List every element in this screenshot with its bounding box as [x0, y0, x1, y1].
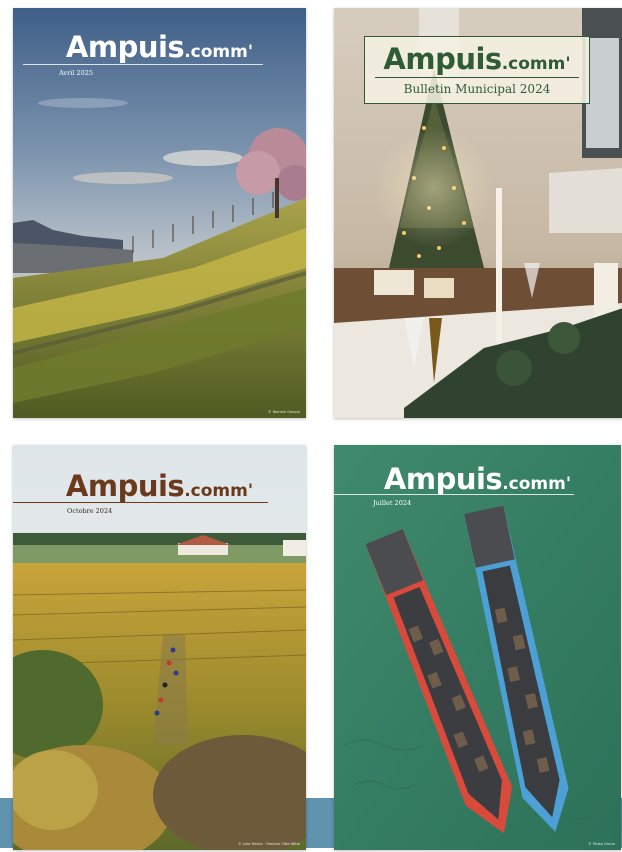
autumn-vineyard-photo: [13, 445, 306, 850]
cover-brand: Ampuis.comm': [383, 462, 572, 496]
title-panel: Ampuis.comm' Bulletin Municipal 2024: [364, 36, 590, 104]
cover-brand: Ampuis.comm': [65, 469, 254, 503]
cover-avril-2025[interactable]: Ampuis.comm' Avril 2025 © Romain Goboul: [13, 8, 306, 418]
photo-credit: © Julie Martin · Festival Côte-Rôtie: [238, 842, 300, 846]
vineyard-spring-photo: [13, 8, 306, 418]
cover-brand: Ampuis.comm': [383, 42, 571, 76]
title-rule: [13, 502, 268, 503]
title-rule: [375, 77, 579, 78]
cover-juillet-2024[interactable]: Ampuis.comm' Juillet 2024 © Photo Drone: [334, 445, 621, 850]
title-rule: [334, 494, 574, 495]
title-rule: [23, 64, 263, 65]
edition-label: Juillet 2024: [373, 499, 412, 507]
cover-octobre-2024[interactable]: Ampuis.comm' Octobre 2024 © Julie Martin…: [13, 445, 306, 850]
edition-label: Bulletin Municipal 2024: [403, 82, 551, 96]
photo-credit: © Photo Drone: [588, 842, 615, 846]
edition-label: Avril 2025: [59, 69, 93, 77]
edition-label: Octobre 2024: [67, 507, 113, 515]
photo-credit: © Romain Goboul: [267, 410, 300, 414]
cover-brand: Ampuis.comm': [65, 30, 254, 64]
cover-bulletin-municipal-2024[interactable]: Ampuis.comm' Bulletin Municipal 2024: [334, 8, 622, 418]
